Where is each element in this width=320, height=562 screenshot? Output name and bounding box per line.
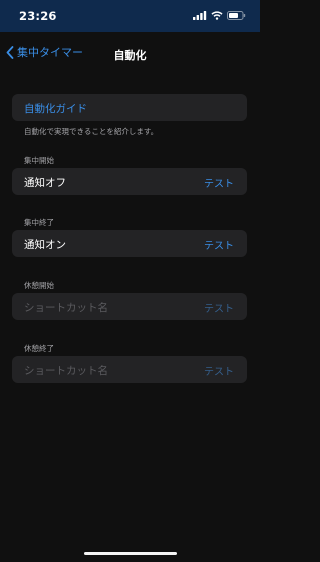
focus-end-test-button[interactable]: テスト (204, 237, 234, 252)
focus-start-shortcut-field[interactable]: 通知オフ テスト (12, 168, 247, 195)
break-start-shortcut-field[interactable]: ショートカット名 テスト (12, 293, 247, 320)
focus-start-test-button[interactable]: テスト (204, 175, 234, 190)
break-start-test-button[interactable]: テスト (204, 300, 234, 315)
guide-link-row[interactable]: 自動化ガイド (12, 94, 247, 121)
home-indicator[interactable] (84, 552, 177, 555)
section-header-break-start: 休憩開始 (24, 281, 54, 290)
focus-end-shortcut-value: 通知オン (24, 239, 66, 251)
battery-icon (227, 11, 246, 20)
guide-link[interactable]: 自動化ガイド (24, 101, 87, 116)
focus-start-shortcut-value: 通知オフ (24, 177, 66, 189)
break-end-shortcut-field[interactable]: ショートカット名 テスト (12, 356, 247, 383)
break-end-shortcut-placeholder: ショートカット名 (24, 365, 108, 377)
wifi-icon (211, 11, 223, 20)
status-icons (193, 11, 246, 20)
section-header-break-end: 休憩終了 (24, 344, 54, 353)
section-header-focus-end: 集中終了 (24, 218, 54, 227)
signal-icon (193, 11, 207, 20)
nav-bar: 集中タイマー 自動化 (0, 32, 260, 74)
page-title: 自動化 (113, 49, 147, 62)
status-time: 23:26 (19, 9, 57, 23)
focus-end-shortcut-field[interactable]: 通知オン テスト (12, 230, 247, 257)
break-start-shortcut-placeholder: ショートカット名 (24, 302, 108, 314)
section-header-focus-start: 集中開始 (24, 156, 54, 165)
status-bar: 23:26 (0, 0, 260, 32)
break-end-test-button[interactable]: テスト (204, 363, 234, 378)
guide-caption: 自動化で実現できることを紹介します。 (24, 127, 159, 136)
